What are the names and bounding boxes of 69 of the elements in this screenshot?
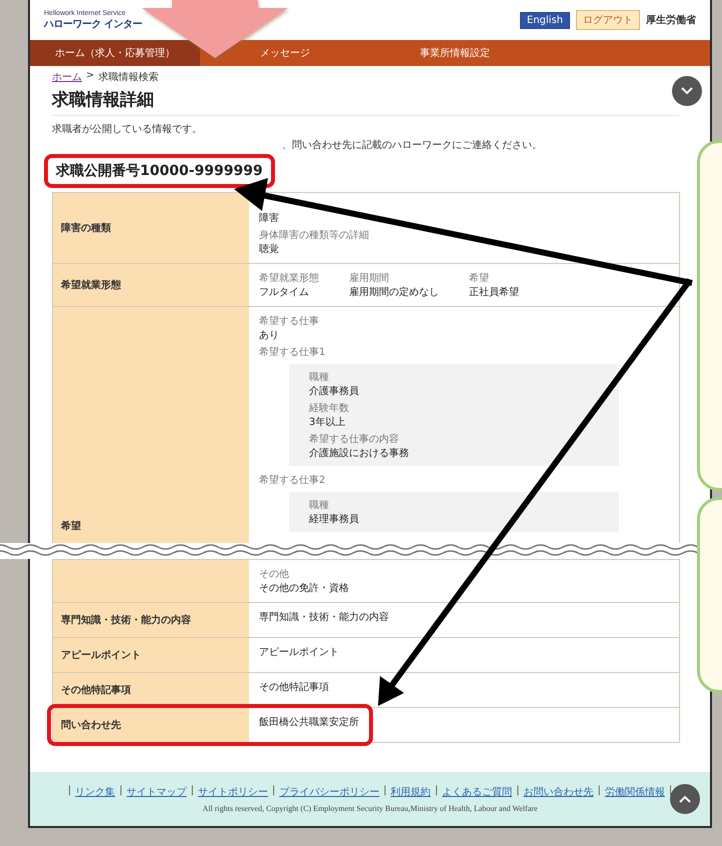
nav-tab[interactable]: ホーム（求人・応募管理） — [30, 40, 200, 66]
field-value: その他の免許・資格 — [259, 582, 349, 595]
breadcrumb-separator: > — [86, 70, 94, 83]
language-button[interactable]: English — [520, 12, 570, 28]
field-value: 雇用期間の定めなし — [349, 286, 439, 299]
link-separator: | — [516, 785, 520, 798]
field-caption: その他 — [259, 568, 289, 581]
field-caption: 希望 — [469, 272, 489, 285]
row-label: 専門知識・技術・能力の内容 — [53, 603, 249, 637]
field-value: アピールポイント — [259, 646, 339, 659]
field-value: 介護事務員 — [309, 384, 359, 398]
note-text: 、問い合わせ先に記載のハローワークにご連絡ください。 — [282, 138, 543, 152]
breadcrumb-link[interactable]: ホーム — [52, 70, 82, 84]
field-value: 専門知識・技術・能力の内容 — [259, 610, 389, 624]
chevron-up-icon — [679, 795, 691, 803]
scroll-down-button[interactable] — [672, 76, 702, 106]
link-separator: | — [434, 785, 438, 798]
footer-link[interactable]: 利用規約 — [390, 785, 431, 799]
row-label: 問い合わせ先 — [53, 708, 249, 742]
field-value: 飯田橋公共職業安定所 — [259, 716, 359, 729]
link-separator: | — [272, 785, 276, 798]
field-caption: 経験年数 — [309, 402, 349, 415]
ministry-logo[interactable]: 厚生労働省 — [646, 13, 696, 27]
footer-link[interactable]: プライバシーポリシー — [279, 785, 380, 799]
footer-link[interactable]: よくあるご質問 — [442, 785, 512, 799]
field-caption: 希望する仕事の内容 — [309, 432, 399, 446]
footer-link[interactable]: リンク集 — [75, 785, 116, 799]
logout-button[interactable]: ログアウト — [576, 10, 640, 30]
field-value: 正社員希望 — [469, 286, 519, 299]
note-text: 求職者が公開している情報です。 — [52, 122, 203, 136]
link-separator: | — [597, 785, 601, 798]
nav-tab[interactable]: 事業所情報設定 — [370, 40, 540, 66]
field-caption: 身体障害の種類等の詳細 — [259, 228, 369, 242]
row-label: その他特記事項 — [53, 673, 249, 707]
field-value: 聴覚 — [259, 242, 279, 256]
field-value: 障害 — [259, 212, 279, 225]
row-label: 希望 — [53, 307, 249, 543]
field-caption: 職種 — [309, 370, 329, 384]
link-separator: | — [68, 785, 72, 798]
field-value: その他特記事項 — [259, 680, 329, 694]
chevron-down-icon — [681, 87, 693, 95]
field-caption: 雇用期間 — [349, 272, 389, 285]
footer-link[interactable]: お問い合わせ先 — [523, 785, 594, 799]
field-value: 3年以上 — [309, 416, 346, 429]
link-separator: | — [190, 785, 194, 798]
field-value: あり — [259, 329, 279, 342]
footer-link[interactable]: 労働関係情報 — [604, 785, 665, 799]
nav-tab[interactable]: メッセージ — [200, 40, 370, 66]
site-logo[interactable]: ハローワーク インター — [44, 16, 142, 30]
field-value: フルタイム — [259, 286, 309, 299]
breadcrumb-current: 求職情報検索 — [98, 70, 158, 84]
row-label: 障害の種類 — [53, 193, 249, 263]
field-caption: 希望する仕事 — [259, 314, 319, 328]
scroll-up-button[interactable] — [670, 784, 700, 814]
field-value: 介護施設における事務 — [309, 446, 409, 460]
group-caption: 希望する仕事2 — [259, 474, 326, 487]
copyright-text: All rights reserved, Copyright (C) Employment Security Bureau,Ministry of Health, Labour and Welfare — [202, 804, 538, 813]
group-caption: 希望する仕事1 — [259, 346, 326, 359]
row-label: アピールポイント — [53, 638, 249, 672]
job-number-heading: 求職公開番号10000-9999999 — [56, 162, 263, 180]
field-caption: 希望就業形態 — [259, 272, 319, 285]
footer-link[interactable]: サイトポリシー — [198, 785, 268, 799]
field-value: 経理事務員 — [309, 512, 359, 526]
row-label: 希望就業形態 — [53, 264, 249, 306]
link-separator: | — [383, 785, 387, 798]
footer-link[interactable]: サイトマップ — [126, 785, 187, 799]
link-separator: | — [668, 785, 672, 798]
field-caption: 職種 — [309, 498, 329, 512]
link-separator: | — [119, 785, 123, 798]
